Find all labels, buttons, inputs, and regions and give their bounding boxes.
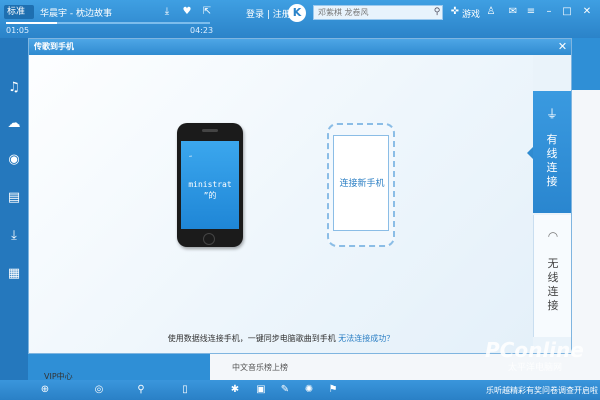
phone-screen: “ ministrat ”的 — [181, 141, 239, 229]
search-icon[interactable]: ⚲ — [430, 5, 444, 20]
tab-wireless-connection[interactable]: ◠ 无 线 连 接 — [533, 215, 571, 337]
watermark-subtitle: 太平洋电脑网 — [508, 363, 563, 373]
phone-icon[interactable]: ▯ — [178, 383, 192, 397]
notes-icon[interactable]: ▤ — [4, 188, 24, 208]
close-icon[interactable]: ✕ — [580, 5, 594, 19]
tshirt-icon[interactable]: ♙ — [484, 5, 498, 19]
phone-screen-text: ministrat ”的 — [188, 180, 232, 200]
music-note-icon[interactable]: ♫ — [4, 78, 24, 98]
gamepad-icon[interactable]: ✜ — [448, 5, 462, 19]
title-bar: 标准 华晨宇 - 枕边故事 01:05 04:23 ⤓ ♥ ⇱ 登录 | 注册 … — [0, 0, 600, 38]
menu-icon[interactable]: ≡ — [524, 5, 538, 19]
search-icon[interactable]: ⚲ — [134, 383, 148, 397]
wifi-icon: ◠ — [547, 229, 559, 243]
maximize-icon[interactable]: □ — [560, 5, 574, 19]
mail-icon[interactable]: ✉ — [506, 5, 520, 19]
phone-screen-mark: “ — [189, 155, 193, 162]
background-list-item: 中文音乐榜上榜 — [232, 363, 288, 372]
background-list — [572, 90, 600, 380]
tab-wired-label: 有 线 连 接 — [546, 133, 558, 188]
phone-speaker — [202, 129, 218, 132]
new-phone-screen: 连接新手机 — [333, 135, 389, 231]
heart-icon[interactable]: ♥ — [180, 5, 194, 19]
connect-new-phone-label: 连接新手机 — [339, 179, 385, 189]
close-icon[interactable]: ✕ — [556, 40, 569, 53]
tool-icon-1[interactable]: ✱ — [228, 383, 242, 397]
cloud-icon[interactable]: ☁ — [4, 114, 24, 134]
radio-icon[interactable]: ◉ — [4, 150, 24, 170]
login-link[interactable]: 登录 | 注册 — [246, 7, 291, 20]
dialog-body: “ ministrat ”的 连接新手机 使用数据线连接手机，一键同步电脑歌曲到… — [29, 55, 533, 353]
tool-icon-4[interactable]: ✺ — [302, 383, 316, 397]
search-input[interactable]: 邓紫棋 龙卷风 — [313, 5, 443, 20]
help-text: 使用数据线连接手机，一键同步电脑歌曲到手机 无法连接成功？ — [29, 333, 533, 344]
watermark: PConline — [485, 338, 584, 362]
connect-new-phone-button[interactable]: 连接新手机 — [327, 123, 395, 247]
sidebar: ♫ ☁ ◉ ▤ ⤓ ▦ — [0, 38, 28, 380]
locate-icon[interactable]: ◎ — [92, 383, 106, 397]
tool-icon-5[interactable]: ⚑ — [326, 383, 340, 397]
download-icon[interactable]: ⤓ — [160, 5, 174, 19]
game-link[interactable]: 游戏 — [462, 7, 480, 20]
add-icon[interactable]: ⊕ — [38, 383, 52, 397]
help-description: 使用数据线连接手机，一键同步电脑歌曲到手机 — [167, 334, 339, 343]
time-current: 01:05 — [6, 26, 30, 35]
connected-phone-illustration: “ ministrat ”的 — [177, 123, 243, 247]
tab-wireless-label: 无 线 连 接 — [547, 257, 559, 312]
share-icon[interactable]: ⇱ — [200, 5, 214, 19]
kuwo-logo: K — [288, 4, 306, 22]
dialog-title: 传歌到手机 — [34, 42, 74, 51]
usb-icon: ⏚ — [545, 107, 558, 121]
connection-help-link[interactable]: 无法连接成功？ — [338, 334, 394, 343]
promo-text[interactable]: 乐听越精彩有奖问卷调查开启啦 — [486, 385, 598, 396]
phone-home-button — [203, 233, 215, 245]
tab-wired-connection[interactable]: ⏚ 有 线 连 接 — [533, 91, 571, 213]
mode-select[interactable]: 标准 — [4, 5, 34, 19]
transfer-to-phone-dialog: 传歌到手机 ✕ “ ministrat ”的 连接新手机 使用数据线连接手机，一… — [28, 38, 572, 354]
bottom-toolbar: ⊕ ◎ ⚲ ▯ ✱ ▣ ✎ ✺ ⚑ 乐听越精彩有奖问卷调查开启啦 — [0, 380, 600, 400]
progress-fill — [6, 22, 57, 24]
apps-icon[interactable]: ▦ — [4, 264, 24, 284]
tool-icon-2[interactable]: ▣ — [254, 383, 268, 397]
dialog-header: 传歌到手机 ✕ — [29, 39, 571, 55]
now-playing-title: 华晨宇 - 枕边故事 — [40, 9, 112, 19]
tool-icon-3[interactable]: ✎ — [278, 383, 292, 397]
minimize-icon[interactable]: – — [542, 5, 556, 19]
time-total: 04:23 — [190, 26, 214, 35]
download-icon[interactable]: ⤓ — [4, 226, 24, 246]
